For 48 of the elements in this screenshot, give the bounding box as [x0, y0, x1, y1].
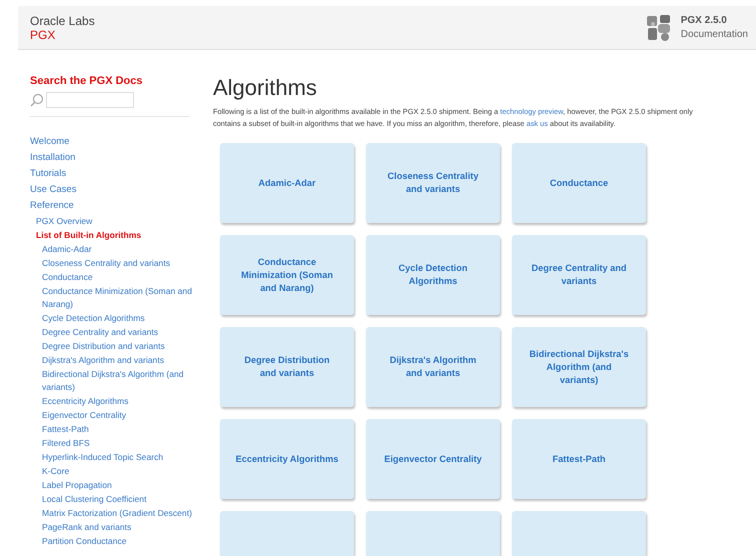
- algorithm-card[interactable]: Dijkstra's Algorithm and variants: [366, 327, 500, 407]
- nav-link[interactable]: Degree Centrality and variants: [30, 325, 158, 339]
- nav-link[interactable]: Reference: [30, 198, 74, 214]
- documentation-label: Documentation: [680, 28, 748, 42]
- nav-link[interactable]: Use Cases: [30, 182, 76, 198]
- nav-link[interactable]: PGX Overview: [30, 214, 92, 228]
- nav-link[interactable]: Degree Distribution and variants: [30, 339, 165, 353]
- algorithm-card[interactable]: Conductance: [512, 143, 646, 223]
- page-title: Algorithms: [213, 74, 318, 102]
- nav-link[interactable]: Eccentricity Algorithms: [30, 394, 128, 408]
- nav-link[interactable]: Conductance Minimization (Soman and Narang): [30, 284, 198, 311]
- search-heading: Search the PGX Docs: [30, 74, 144, 88]
- nav-link[interactable]: Tutorials: [30, 166, 66, 182]
- algorithm-card[interactable]: Bidirectional Dijkstra's Algorithm (and variants): [512, 327, 646, 407]
- nav-link[interactable]: Dijkstra's Algorithm and variants: [30, 353, 164, 367]
- nav-link[interactable]: Installation: [30, 150, 76, 166]
- algorithm-card[interactable]: Adamic-Adar: [220, 143, 354, 223]
- algorithm-card[interactable]: Cycle Detection Algorithms: [366, 235, 500, 315]
- search-icon: [30, 93, 44, 107]
- nav-link[interactable]: Eigenvector Centrality: [30, 408, 126, 422]
- nav-link[interactable]: Local Clustering Coefficient: [30, 492, 146, 506]
- nav-link[interactable]: Conductance: [30, 270, 93, 284]
- nav-link[interactable]: PageRank and variants: [30, 520, 132, 534]
- nav-link[interactable]: Adamic-Adar: [30, 242, 92, 256]
- algorithm-card[interactable]: Closeness Centrality and variants: [366, 143, 500, 223]
- algorithm-card[interactable]: Degree Centrality and variants: [512, 235, 646, 315]
- nav-link[interactable]: Welcome: [30, 134, 70, 150]
- algorithm-card[interactable]: Eccentricity Algorithms: [220, 419, 354, 499]
- algorithm-card[interactable]: Eigenvector Centrality: [366, 419, 500, 499]
- brand-name: Oracle Labs: [30, 14, 95, 28]
- nav-link[interactable]: Closeness Centrality and variants: [30, 256, 170, 270]
- nav-link[interactable]: Cycle Detection Algorithms: [30, 311, 145, 325]
- search-field[interactable]: [46, 92, 134, 108]
- nav-link[interactable]: List of Built-in Algorithms: [30, 228, 142, 242]
- nav-link[interactable]: Filtered BFS: [30, 436, 90, 450]
- nav-link[interactable]: Fattest-Path: [30, 422, 89, 436]
- logo-icon: [646, 14, 671, 40]
- nav-link[interactable]: Matrix Factorization (Gradient Descent): [30, 506, 192, 520]
- nav-link[interactable]: Partition Conductance: [30, 534, 127, 548]
- algorithm-card[interactable]: Degree Distribution and variants: [220, 327, 354, 407]
- nav-link[interactable]: Hyperlink-Induced Topic Search: [30, 450, 164, 464]
- nav-link[interactable]: Bidirectional Dijkstra's Algorithm (and variants): [30, 367, 198, 394]
- product-name: PGX: [30, 28, 56, 42]
- algorithm-card[interactable]: Conductance Minimization (Soman and Narang): [220, 235, 354, 315]
- algorithm-card[interactable]: Fattest-Path: [512, 419, 646, 499]
- version-label: PGX 2.5.0: [680, 14, 728, 28]
- nav-link[interactable]: K-Core: [30, 464, 70, 478]
- nav-link[interactable]: Label Propagation: [30, 478, 112, 492]
